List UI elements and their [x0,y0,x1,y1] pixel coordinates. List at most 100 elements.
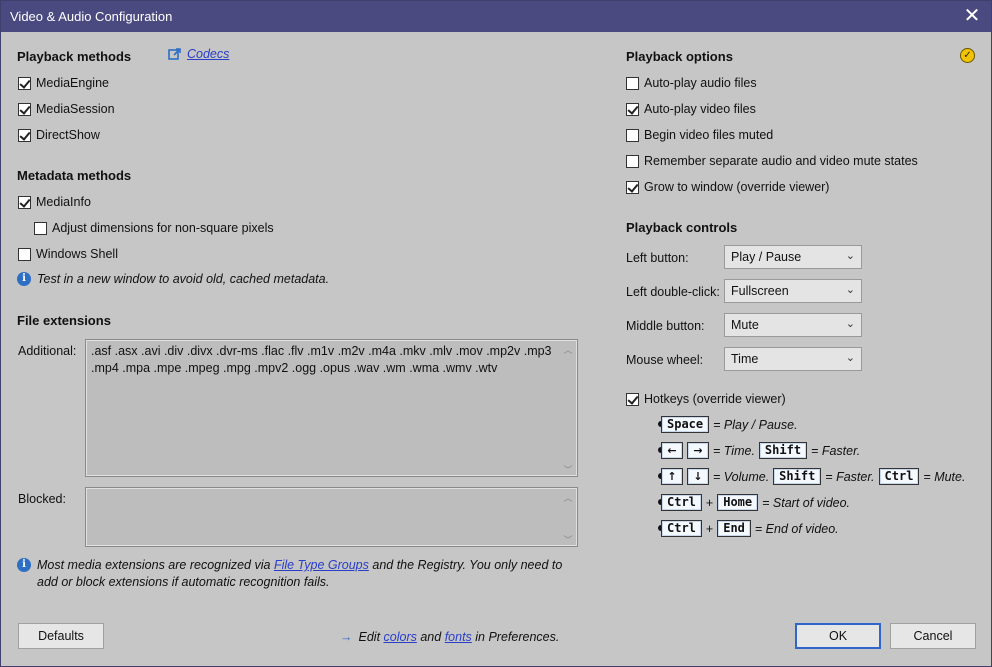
checkbox-directshow[interactable]: DirectShow [18,128,100,142]
hotkey-desc: = Faster. [811,443,861,458]
checkbox-mediasession[interactable]: MediaSession [18,102,115,116]
checkmark-badge-icon: ✓ [960,48,975,63]
checkbox-label: Remember separate audio and video mute s… [644,154,918,168]
checkbox-adjust-dimensions[interactable]: Adjust dimensions for non-square pixels [34,221,274,235]
scroll-up-icon[interactable]: ︿ [561,342,575,355]
select-value: Time [731,352,759,366]
codecs-link[interactable]: Codecs [168,47,229,61]
playback-methods-heading: Playback methods [17,49,132,64]
ok-button[interactable]: OK [795,623,881,649]
hotkey-desc: = Play / Pause. [713,417,798,432]
file-extensions-heading: File extensions [17,313,111,328]
colors-link[interactable]: colors [384,630,417,644]
checkbox-hotkeys[interactable]: Hotkeys (override viewer) [626,392,786,406]
key-ctrl: Ctrl [661,520,702,537]
checkbox-box[interactable] [626,128,639,142]
hotkey-desc: = Start of video. [762,495,851,510]
note-text: Most media extensions are recognized via [37,558,274,572]
mouse-wheel-select[interactable]: Time ⌄ [724,347,862,371]
arrow-right-icon: → [340,630,353,644]
key-ctrl: Ctrl [878,468,920,485]
close-icon[interactable]: ✕ [961,5,983,27]
chevron-down-icon: ⌄ [845,250,855,262]
extensions-note-text: Most media extensions are recognized via… [37,557,562,591]
checkbox-label: Grow to window (override viewer) [644,180,830,194]
checkbox-label: Windows Shell [36,247,118,261]
scroll-down-icon[interactable]: ﹀ [561,462,575,475]
scroll-up-icon[interactable]: ︿ [561,490,575,503]
middle-button-label: Middle button: [626,319,705,333]
preferences-note: → Edit colors and fonts in Preferences. [340,630,559,644]
middle-button-select[interactable]: Mute ⌄ [724,313,862,337]
key-space: Space [661,416,710,433]
checkbox-grow-to-window[interactable]: Grow to window (override viewer) [626,180,829,194]
blocked-label: Blocked: [18,492,66,506]
plus-sign: + [705,495,714,510]
defaults-button[interactable]: Defaults [18,623,104,649]
checkbox-autoplay-audio[interactable]: Auto-play audio files [626,76,757,90]
checkbox-mediainfo[interactable]: MediaInfo [18,195,91,209]
additional-extensions-value: .asf .asx .avi .div .divx .dvr-ms .flac … [91,344,552,375]
checkbox-mediaengine[interactable]: MediaEngine [18,76,109,90]
cancel-button[interactable]: Cancel [890,623,976,649]
codecs-link-label[interactable]: Codecs [187,47,229,61]
select-value: Mute [731,318,759,332]
fonts-link[interactable]: fonts [445,630,472,644]
checkbox-label: Hotkeys (override viewer) [644,392,786,406]
checkbox-label: MediaSession [36,102,115,116]
checkbox-label: DirectShow [36,128,100,142]
metadata-note: i Test in a new window to avoid old, cac… [17,272,329,286]
left-button-label: Left button: [626,251,689,265]
key-up-arrow-icon: ↑ [661,468,683,485]
hotkey-desc: = Faster. [825,469,875,484]
left-button-select[interactable]: Play / Pause ⌄ [724,245,862,269]
checkbox-box[interactable] [34,221,47,235]
checkbox-box[interactable] [626,76,639,90]
file-type-groups-link[interactable]: File Type Groups [274,558,369,572]
metadata-methods-heading: Metadata methods [17,168,132,183]
checkbox-box[interactable] [626,392,639,406]
playback-controls-heading: Playback controls [626,220,738,235]
checkbox-box[interactable] [18,128,31,142]
external-link-icon [168,48,181,60]
left-double-click-select[interactable]: Fullscreen ⌄ [724,279,862,303]
footer-text: Edit [358,630,381,644]
chevron-down-icon: ⌄ [845,352,855,364]
hotkey-desc: = Volume. [713,469,770,484]
footer-text: in Preferences. [471,630,560,644]
chevron-down-icon: ⌄ [845,318,855,330]
additional-extensions-textarea[interactable]: .asf .asx .avi .div .divx .dvr-ms .flac … [85,339,578,477]
hotkey-desc: = Time. [713,443,755,458]
additional-label: Additional: [18,344,77,358]
checkbox-remember-mute[interactable]: Remember separate audio and video mute s… [626,154,918,168]
checkbox-begin-muted[interactable]: Begin video files muted [626,128,773,142]
footer-text: and [416,630,445,644]
checkbox-label: Auto-play audio files [644,76,757,90]
title-bar: Video & Audio Configuration ✕ [1,1,991,32]
checkbox-box[interactable] [18,76,31,90]
checkbox-box[interactable] [18,102,31,116]
extensions-note: i Most media extensions are recognized v… [17,557,562,591]
hotkey-row-volume: ↑ ↓ = Volume. Shift = Faster. Ctrl = Mut… [661,468,965,485]
key-down-arrow-icon: ↓ [687,468,709,485]
checkbox-box[interactable] [626,180,639,194]
hotkey-row-time: ← → = Time. Shift = Faster. [661,442,860,459]
metadata-note-text: Test in a new window to avoid old, cache… [37,272,330,286]
window-title: Video & Audio Configuration [10,9,173,24]
checkbox-box[interactable] [18,247,31,261]
blocked-extensions-textarea[interactable]: ︿ ﹀ [85,487,578,547]
textarea-scrollbar[interactable]: ︿ ﹀ [561,342,575,475]
checkbox-box[interactable] [626,154,639,168]
key-ctrl: Ctrl [661,494,702,511]
dialog-window: Video & Audio Configuration ✕ Playback m… [0,0,992,667]
mouse-wheel-label: Mouse wheel: [626,353,704,367]
checkbox-autoplay-video[interactable]: Auto-play video files [626,102,756,116]
select-value: Fullscreen [731,284,789,298]
textarea-scrollbar[interactable]: ︿ ﹀ [561,490,575,545]
chevron-down-icon: ⌄ [845,284,855,296]
scroll-down-icon[interactable]: ﹀ [561,532,575,545]
checkbox-windows-shell[interactable]: Windows Shell [18,247,118,261]
checkbox-label: MediaInfo [36,195,91,209]
checkbox-box[interactable] [18,195,31,209]
checkbox-box[interactable] [626,102,639,116]
